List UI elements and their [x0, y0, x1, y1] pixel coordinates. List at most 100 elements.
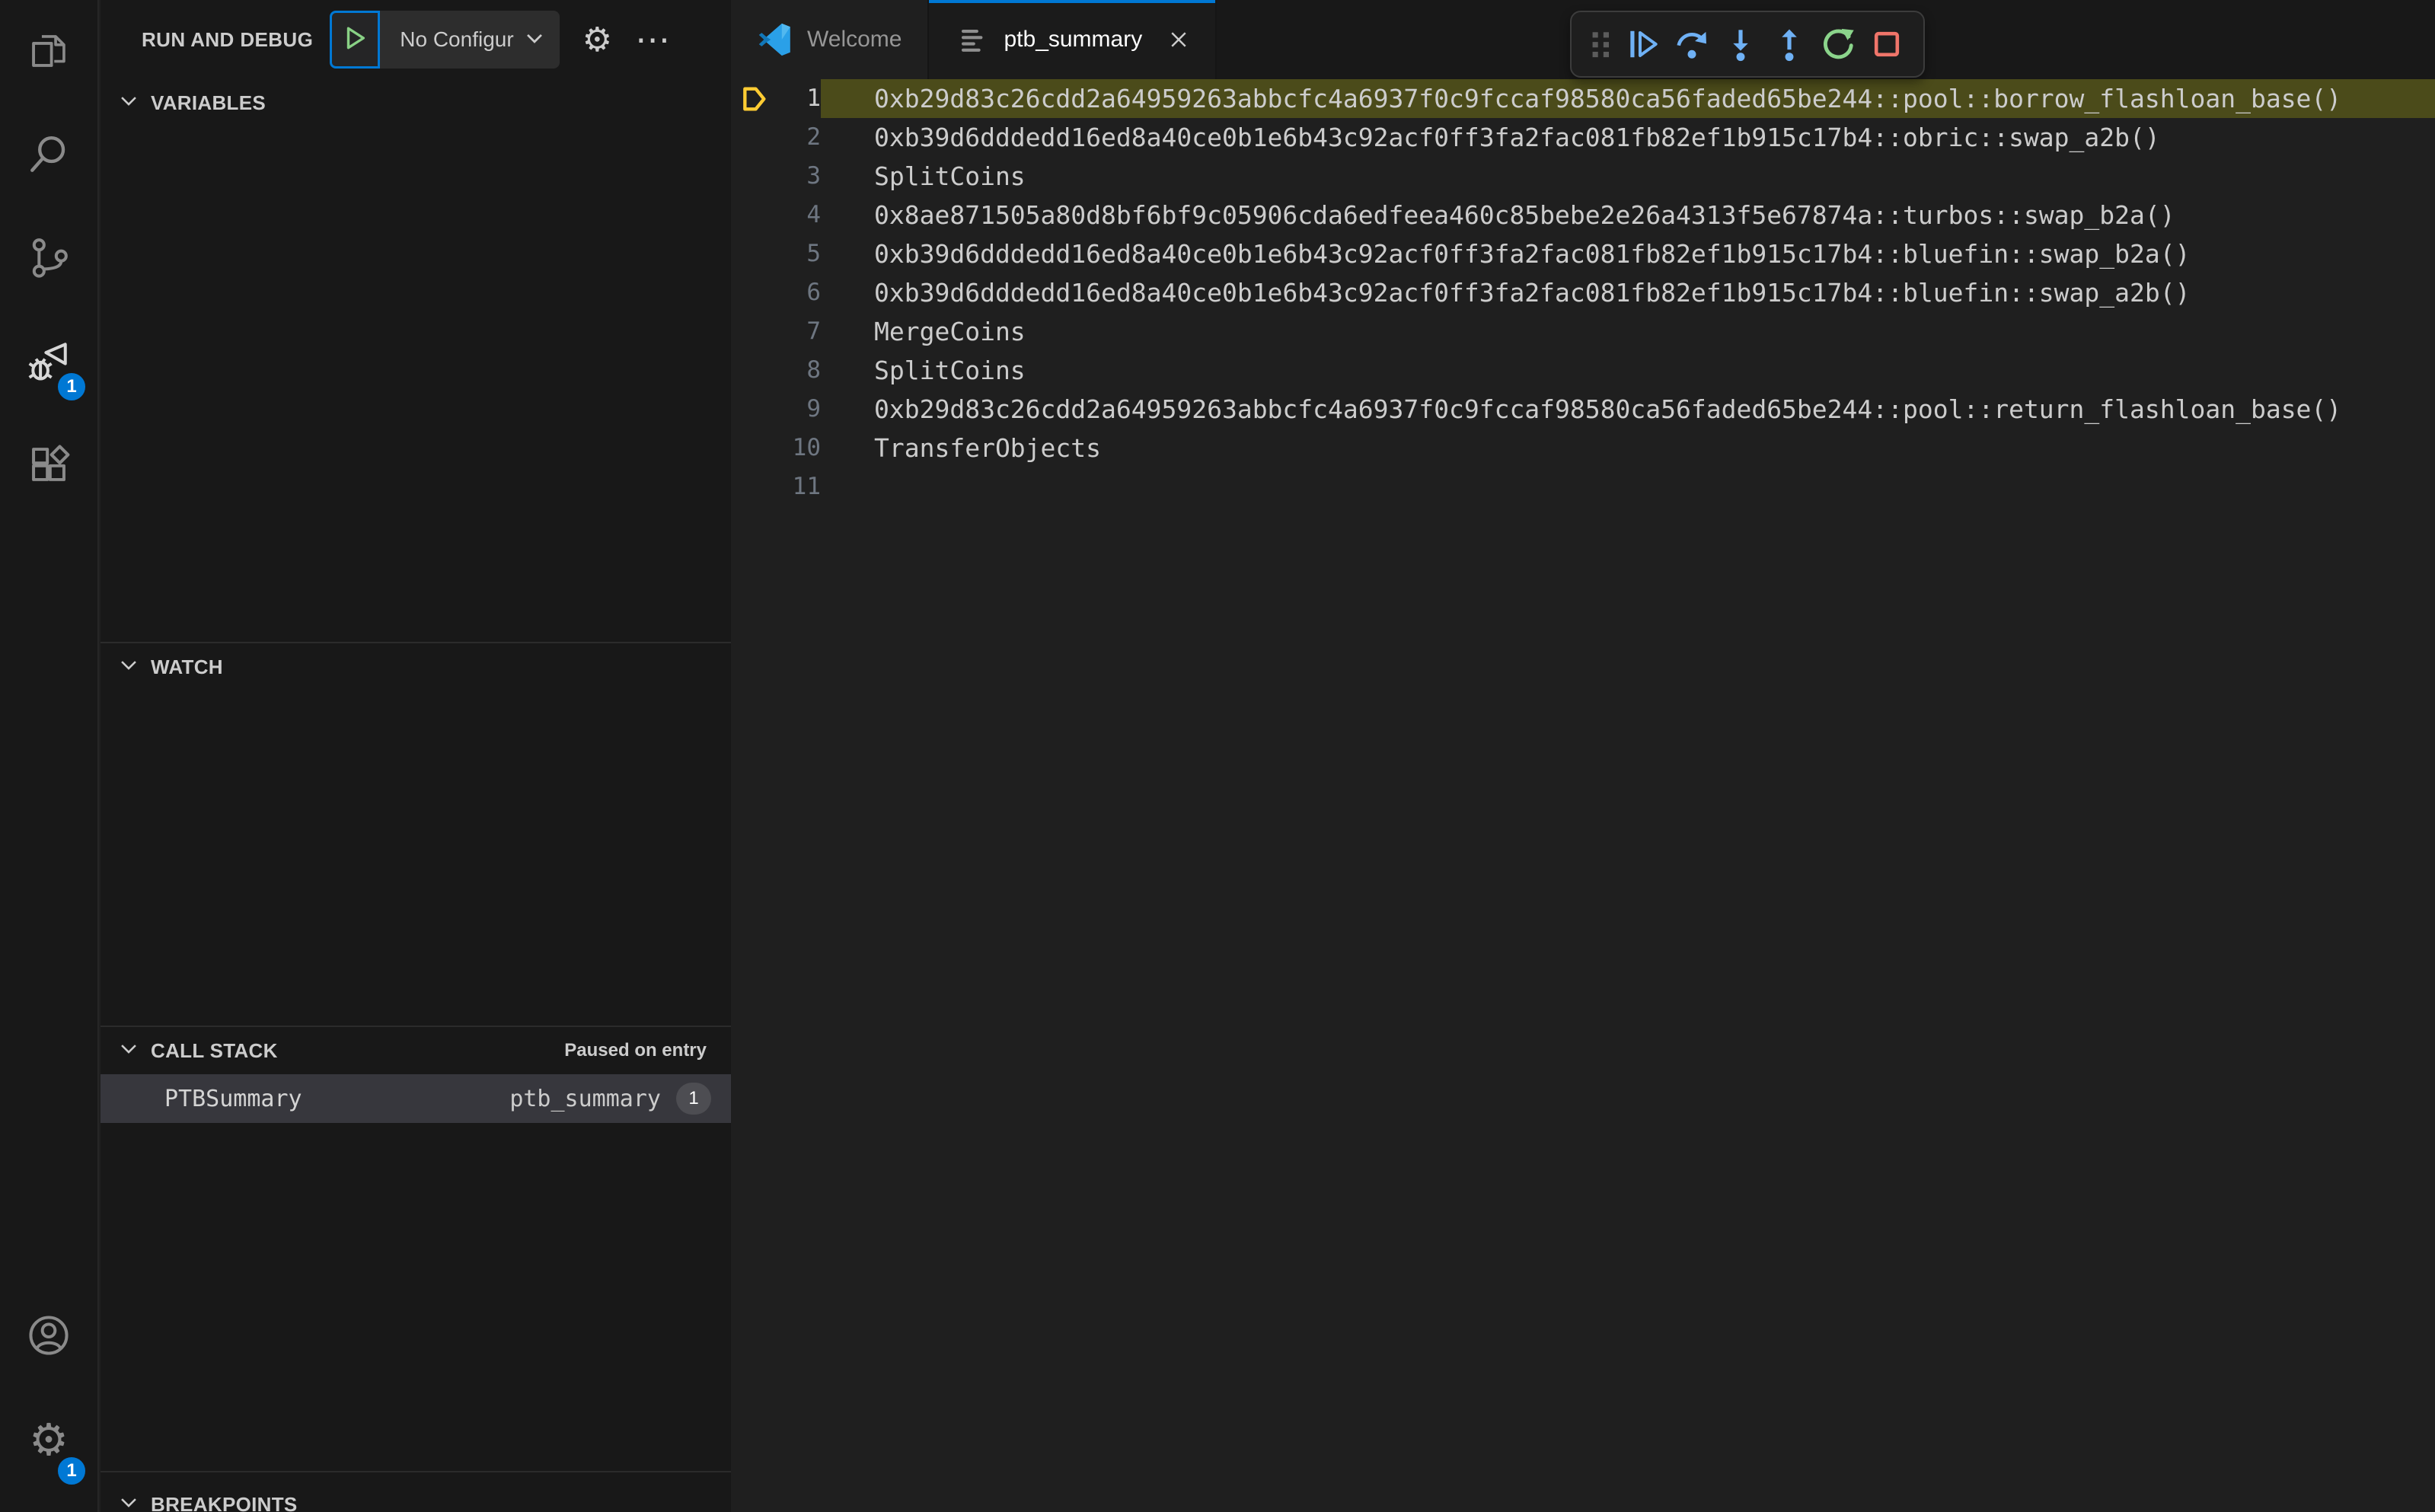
- breakpoint-gutter[interactable]: [732, 79, 771, 118]
- code-text[interactable]: MergeCoins: [821, 312, 2435, 351]
- editor-group: Welcome ptb_summary 1 0xb29d83c26cdd2a64…: [732, 0, 2435, 1512]
- line-number: 8: [806, 356, 821, 384]
- code-line: 3 SplitCoins: [732, 157, 2435, 196]
- breakpoint-gutter[interactable]: [732, 390, 771, 429]
- stack-frame-badge: 1: [676, 1083, 711, 1115]
- line-number: 2: [806, 123, 821, 151]
- code-editor: 1 0xb29d83c26cdd2a64959263abbcfc4a6937f0…: [732, 79, 2435, 1512]
- breakpoints-section-label: BREAKPOINTS: [151, 1492, 298, 1512]
- debug-toolbar: [1570, 11, 1925, 78]
- activity-item-search[interactable]: [0, 104, 97, 207]
- code-text[interactable]: 0x8ae871505a80d8bf6bf9c05906cda6edfeea46…: [821, 196, 2435, 234]
- drag-handle-icon[interactable]: [1584, 23, 1619, 65]
- breakpoint-gutter[interactable]: [732, 157, 771, 196]
- code-line: 2 0xb39d6dddedd16ed8a40ce0b1e6b43c92acf0…: [732, 118, 2435, 157]
- activity-item-settings[interactable]: ⚙ 1: [0, 1389, 97, 1492]
- stack-frame-name: PTBSummary: [164, 1085, 302, 1112]
- tab-label: Welcome: [807, 27, 902, 52]
- continue-button[interactable]: [1619, 20, 1667, 69]
- breakpoint-gutter[interactable]: [732, 273, 771, 312]
- debug-configuration-value: No Configur: [400, 27, 514, 51]
- activity-item-source-control[interactable]: [0, 207, 97, 311]
- code-text[interactable]: 0xb29d83c26cdd2a64959263abbcfc4a6937f0c9…: [821, 79, 2435, 118]
- step-over-icon: [1677, 31, 1706, 59]
- code-line: 8 SplitCoins: [732, 351, 2435, 390]
- code-line: 7 MergeCoins: [732, 312, 2435, 351]
- search-icon: [27, 132, 71, 180]
- debug-settings-gear-icon[interactable]: ⚙: [582, 21, 612, 59]
- step-into-button[interactable]: [1716, 20, 1765, 69]
- stop-button[interactable]: [1862, 20, 1911, 69]
- debug-configuration-dropdown[interactable]: No Configur: [380, 11, 560, 69]
- stack-frame-row[interactable]: PTBSummary ptb_summary 1: [101, 1074, 731, 1123]
- breakpoints-section-header[interactable]: BREAKPOINTS: [101, 1472, 731, 1512]
- variables-section-label: VARIABLES: [151, 91, 266, 114]
- watch-section-header[interactable]: WATCH: [101, 643, 731, 691]
- line-number: 9: [806, 395, 821, 423]
- sidebar-title: RUN AND DEBUG: [142, 27, 314, 51]
- account-icon: [27, 1313, 71, 1361]
- step-over-button[interactable]: [1667, 20, 1716, 69]
- line-number: 5: [806, 240, 821, 267]
- source-control-icon: [27, 235, 71, 283]
- code-text[interactable]: SplitCoins: [821, 351, 2435, 390]
- code-line: 10 TransferObjects: [732, 429, 2435, 467]
- vscode-window: 1 ⚙ 1 RUN AND DEBUG No Configur ⚙ ⋯ VARI…: [0, 0, 2435, 1512]
- breakpoint-gutter[interactable]: [732, 467, 771, 506]
- extensions-icon: [27, 442, 71, 490]
- code-text[interactable]: 0xb39d6dddedd16ed8a40ce0b1e6b43c92acf0ff…: [821, 273, 2435, 312]
- call-stack-section: CALL STACK Paused on entry PTBSummary pt…: [101, 1026, 731, 1471]
- code-line: 11: [732, 467, 2435, 506]
- variables-section: VARIABLES: [101, 79, 731, 642]
- breakpoint-gutter[interactable]: [732, 312, 771, 351]
- activity-item-explorer[interactable]: [0, 0, 97, 104]
- watch-section-label: WATCH: [151, 655, 223, 678]
- code-line: 6 0xb39d6dddedd16ed8a40ce0b1e6b43c92acf0…: [732, 273, 2435, 312]
- restart-icon: [1824, 28, 1854, 59]
- code-text[interactable]: SplitCoins: [821, 157, 2435, 196]
- settings-badge: 1: [56, 1456, 87, 1486]
- gear-icon: ⚙: [29, 1415, 69, 1465]
- restart-button[interactable]: [1814, 20, 1862, 69]
- file-list-icon: [962, 29, 983, 52]
- line-number: 4: [806, 201, 821, 228]
- step-out-button[interactable]: [1765, 20, 1814, 69]
- start-debugging-button[interactable]: [330, 11, 381, 69]
- breakpoint-gutter[interactable]: [732, 196, 771, 234]
- more-actions-icon[interactable]: ⋯: [635, 19, 670, 60]
- code-text[interactable]: 0xb39d6dddedd16ed8a40ce0b1e6b43c92acf0ff…: [821, 118, 2435, 157]
- vscode-logo-icon: [758, 23, 790, 56]
- activity-item-run-and-debug[interactable]: 1: [0, 311, 97, 414]
- tab-ptb-summary[interactable]: ptb_summary: [929, 0, 1218, 79]
- tab-label: ptb_summary: [1004, 27, 1143, 52]
- call-stack-section-header[interactable]: CALL STACK Paused on entry: [101, 1027, 731, 1074]
- breakpoint-gutter[interactable]: [732, 234, 771, 273]
- files-icon: [27, 28, 71, 76]
- run-config-control: No Configur: [330, 11, 560, 69]
- code-line: 4 0x8ae871505a80d8bf6bf9c05906cda6edfeea…: [732, 196, 2435, 234]
- breakpoints-section: BREAKPOINTS: [101, 1471, 731, 1512]
- code-text[interactable]: TransferObjects: [821, 429, 2435, 467]
- activity-item-accounts[interactable]: [0, 1285, 97, 1389]
- chevron-down-icon: [119, 656, 139, 679]
- breakpoint-gutter[interactable]: [732, 351, 771, 390]
- breakpoint-gutter[interactable]: [732, 429, 771, 467]
- debug-stackframe-icon: [743, 87, 766, 111]
- code-text[interactable]: 0xb39d6dddedd16ed8a40ce0b1e6b43c92acf0ff…: [821, 234, 2435, 273]
- code-text[interactable]: 0xb29d83c26cdd2a64959263abbcfc4a6937f0c9…: [821, 390, 2435, 429]
- breakpoint-gutter[interactable]: [732, 118, 771, 157]
- activity-bar: 1 ⚙ 1: [0, 0, 99, 1512]
- paused-status-text: Paused on entry: [564, 1040, 707, 1061]
- line-number: 7: [806, 317, 821, 345]
- close-icon[interactable]: [1168, 29, 1189, 50]
- step-into-icon: [1733, 30, 1748, 62]
- variables-section-header[interactable]: VARIABLES: [101, 79, 731, 126]
- activity-item-extensions[interactable]: [0, 414, 97, 518]
- debug-badge: 1: [56, 372, 87, 402]
- tab-welcome[interactable]: Welcome: [732, 0, 930, 79]
- activity-bar-top: 1: [0, 0, 97, 518]
- chevron-down-icon: [119, 1493, 139, 1512]
- code-text[interactable]: [821, 467, 2435, 506]
- chevron-down-icon: [514, 28, 544, 52]
- run-and-debug-sidebar: RUN AND DEBUG No Configur ⚙ ⋯ VARIABLES: [101, 0, 731, 1512]
